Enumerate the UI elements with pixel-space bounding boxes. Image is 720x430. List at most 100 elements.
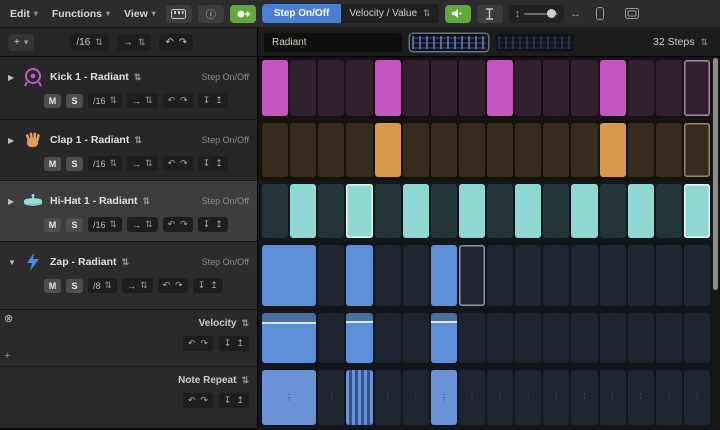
info-icon[interactable]: ⓘ [198, 5, 224, 23]
step-cell-active[interactable] [487, 60, 513, 116]
cell-view-icon[interactable] [587, 5, 613, 23]
horizontal-zoom-icon[interactable]: ↔ [570, 8, 581, 20]
step-cell[interactable]: ⋮ [571, 370, 597, 425]
value-decrement-icon[interactable]: ↧ [224, 395, 232, 406]
step-cell-active[interactable] [375, 123, 401, 177]
value-decrement-icon[interactable]: ↧ [198, 280, 206, 291]
step-cell[interactable] [487, 123, 513, 177]
rotate-right-icon[interactable]: ↷ [200, 395, 208, 406]
step-cell-active[interactable] [600, 60, 626, 116]
step-cell[interactable] [403, 123, 429, 177]
ibeam-icon[interactable] [477, 5, 503, 23]
step-cell[interactable] [431, 123, 457, 177]
rotate-left-icon[interactable]: ↶ [168, 158, 176, 169]
step-cell[interactable] [684, 313, 710, 363]
add-subrow-icon[interactable]: + [4, 350, 10, 362]
subrow-label[interactable]: Velocity⇅ [199, 318, 249, 329]
step-cell[interactable]: ⋮ [459, 370, 485, 425]
step-cell[interactable] [543, 60, 569, 116]
step-cell[interactable] [459, 313, 485, 363]
step-cell[interactable] [628, 245, 654, 306]
step-cell[interactable]: ⋮ [318, 370, 344, 425]
rotate-right-icon[interactable]: ↷ [200, 338, 208, 349]
rotate-left-icon[interactable]: ↶ [168, 219, 176, 230]
pattern-length-select[interactable]: 32 Steps⇅ [653, 36, 714, 48]
track-name[interactable]: Zap - Radiant⇅ [50, 256, 129, 268]
step-cell[interactable] [515, 123, 541, 177]
step-cell[interactable] [487, 245, 513, 306]
step-cell[interactable]: ⋮ [656, 370, 682, 425]
track-name[interactable]: Clap 1 - Radiant⇅ [50, 134, 142, 146]
preview-speaker-toggle[interactable] [445, 5, 471, 23]
step-cell-active[interactable] [262, 245, 316, 306]
step-cell[interactable] [262, 184, 288, 238]
menu-view[interactable]: View▾ [120, 8, 160, 20]
rotate-right-icon[interactable]: ↷ [180, 158, 188, 169]
step-cell[interactable] [487, 313, 513, 363]
step-cell[interactable] [628, 123, 654, 177]
disclosure-triangle-icon[interactable]: ▶ [8, 197, 16, 206]
step-cell[interactable] [600, 184, 626, 238]
step-cell-active[interactable] [684, 184, 710, 238]
step-cell[interactable] [290, 123, 316, 177]
menu-edit[interactable]: Edit▾ [6, 8, 42, 20]
step-cell[interactable] [515, 313, 541, 363]
step-cell[interactable] [431, 184, 457, 238]
mute-button[interactable]: M [44, 279, 61, 293]
step-cell[interactable] [628, 60, 654, 116]
pattern-page-2[interactable] [496, 34, 574, 51]
step-cell[interactable]: ⋮ [515, 370, 541, 425]
step-cell[interactable] [543, 184, 569, 238]
pattern-page-1[interactable] [410, 34, 488, 51]
step-cell-active[interactable]: ⋮ [262, 370, 316, 425]
step-cell[interactable] [318, 123, 344, 177]
value-increment-icon[interactable]: ↥ [236, 338, 244, 349]
step-cell[interactable] [571, 245, 597, 306]
step-cell-active[interactable] [346, 370, 372, 425]
step-cell[interactable] [431, 60, 457, 116]
step-cell[interactable] [403, 245, 429, 306]
row-rate-stepper[interactable]: /16⇅ [88, 156, 122, 171]
pattern-rate-stepper[interactable]: /16⇅ [70, 34, 108, 51]
step-cell[interactable] [459, 123, 485, 177]
subrow-label[interactable]: Note Repeat⇅ [178, 375, 249, 386]
musical-typing-icon[interactable] [166, 5, 192, 23]
row-rate-stepper[interactable]: /16⇅ [88, 93, 122, 108]
velocity-bar[interactable] [431, 313, 457, 363]
step-cell-active[interactable] [375, 60, 401, 116]
step-cell[interactable] [318, 184, 344, 238]
rotate-right-icon[interactable]: ↷ [180, 95, 188, 106]
step-cell-active[interactable] [346, 245, 372, 306]
solo-button[interactable]: S [66, 218, 83, 232]
step-cell[interactable] [600, 313, 626, 363]
add-row-button[interactable]: +▾ [8, 34, 34, 51]
step-cell[interactable] [656, 313, 682, 363]
step-cell[interactable]: ⋮ [600, 370, 626, 425]
value-decrement-icon[interactable]: ↧ [203, 158, 211, 169]
step-cell[interactable] [403, 60, 429, 116]
solo-button[interactable]: S [66, 94, 83, 108]
pattern-name-field[interactable]: Radiant [264, 33, 402, 52]
step-cell[interactable] [543, 313, 569, 363]
step-cell[interactable]: ⋮ [543, 370, 569, 425]
track-name[interactable]: Kick 1 - Radiant⇅ [50, 71, 141, 83]
step-cell-active[interactable] [403, 184, 429, 238]
disclosure-triangle-icon[interactable]: ▼ [8, 258, 16, 267]
row-playback-mode[interactable]: →⇅ [122, 278, 153, 293]
step-cell[interactable]: ⋮ [375, 370, 401, 425]
velocity-bar[interactable] [262, 313, 316, 363]
mute-button[interactable]: M [44, 218, 61, 232]
slider-thumb[interactable] [547, 9, 556, 18]
row-playback-mode[interactable]: →⇅ [127, 217, 158, 232]
step-cell[interactable] [656, 123, 682, 177]
mute-button[interactable]: M [44, 157, 61, 171]
step-cell-active[interactable] [431, 245, 457, 306]
solo-button[interactable]: S [66, 157, 83, 171]
value-decrement-icon[interactable]: ↧ [224, 338, 232, 349]
step-cell[interactable] [262, 123, 288, 177]
mute-button[interactable]: M [44, 94, 61, 108]
step-cell[interactable] [656, 60, 682, 116]
disclosure-triangle-icon[interactable]: ▶ [8, 136, 16, 145]
rotate-right-icon[interactable]: ↷ [175, 280, 183, 291]
pattern-playback-mode[interactable]: →⇅ [117, 34, 152, 51]
